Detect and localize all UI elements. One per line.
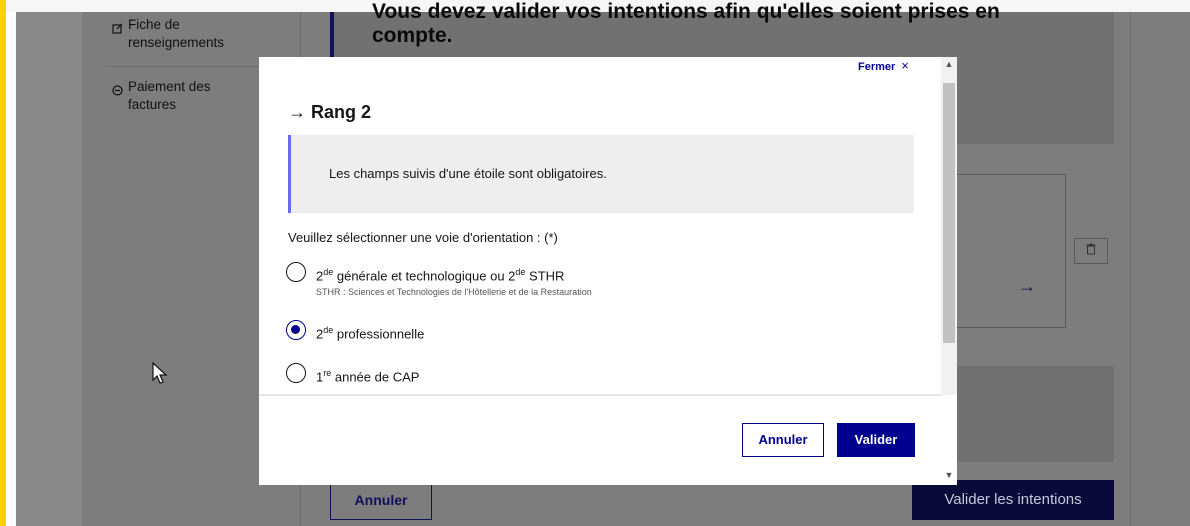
info-panel: [938, 366, 1114, 462]
background-cancel-button[interactable]: Annuler: [330, 480, 432, 520]
modal-title: → Rang 2: [288, 102, 372, 122]
close-label: Fermer: [858, 61, 896, 73]
modal-footer-divider: [259, 394, 941, 396]
radio-label: 1re année de CAP: [316, 368, 420, 385]
required-fields-notice: Les champs suivis d'une étoile sont obli…: [288, 135, 914, 213]
radio-button[interactable]: [286, 363, 306, 383]
radio-hint: STHR : Sciences et Technologies de l'Hôt…: [316, 287, 592, 298]
arrow-right-icon[interactable]: →: [1018, 276, 1036, 297]
rank-card: [938, 174, 1066, 328]
trash-icon[interactable]: [1074, 238, 1108, 264]
radio-label: 2de générale et technologique ou 2de STH…: [316, 267, 565, 284]
left-gutter: [16, 12, 82, 526]
sidebar-item-fiche[interactable]: Fiche de renseignements: [106, 16, 300, 52]
radio-label: 2de professionnelle: [316, 325, 425, 342]
scroll-down-icon[interactable]: ▼: [941, 470, 957, 480]
modal-validate-button[interactable]: Valider: [837, 423, 915, 457]
sidebar-item-label: Paiement des factures: [128, 79, 211, 112]
payment-icon: [106, 83, 128, 101]
content-edge: [1130, 12, 1131, 526]
radio-option-professionnelle[interactable]: 2de professionnelle: [286, 320, 424, 344]
modal-scrollbar[interactable]: ▲: [941, 57, 957, 395]
scroll-up-icon[interactable]: ▲: [941, 59, 957, 69]
close-icon: ×: [901, 58, 909, 73]
validate-intentions-button[interactable]: Valider les intentions: [912, 480, 1114, 520]
edit-icon: [106, 21, 128, 39]
radio-option-generale[interactable]: 2de générale et technologique ou 2de STH…: [286, 262, 592, 298]
close-modal-button[interactable]: Fermer ×: [858, 58, 909, 73]
radio-button-checked[interactable]: [286, 320, 306, 340]
scroll-thumb[interactable]: [943, 83, 955, 343]
card-text-line1: Vous devez valider vos intentions afin q…: [372, 0, 1000, 23]
radio-button[interactable]: [286, 262, 306, 282]
orientation-legend: Veuillez sélectionner une voie d'orienta…: [288, 230, 558, 245]
sidebar-item-label: Fiche de renseignements: [128, 17, 225, 50]
mouse-cursor-icon: [152, 361, 168, 391]
notice-text: Les champs suivis d'une étoile sont obli…: [329, 166, 607, 181]
accent-bar: [0, 0, 6, 526]
modal-cancel-button[interactable]: Annuler: [742, 423, 824, 457]
radio-option-cap[interactable]: 1re année de CAP: [286, 363, 419, 387]
card-text-line2: compte.: [372, 24, 453, 47]
